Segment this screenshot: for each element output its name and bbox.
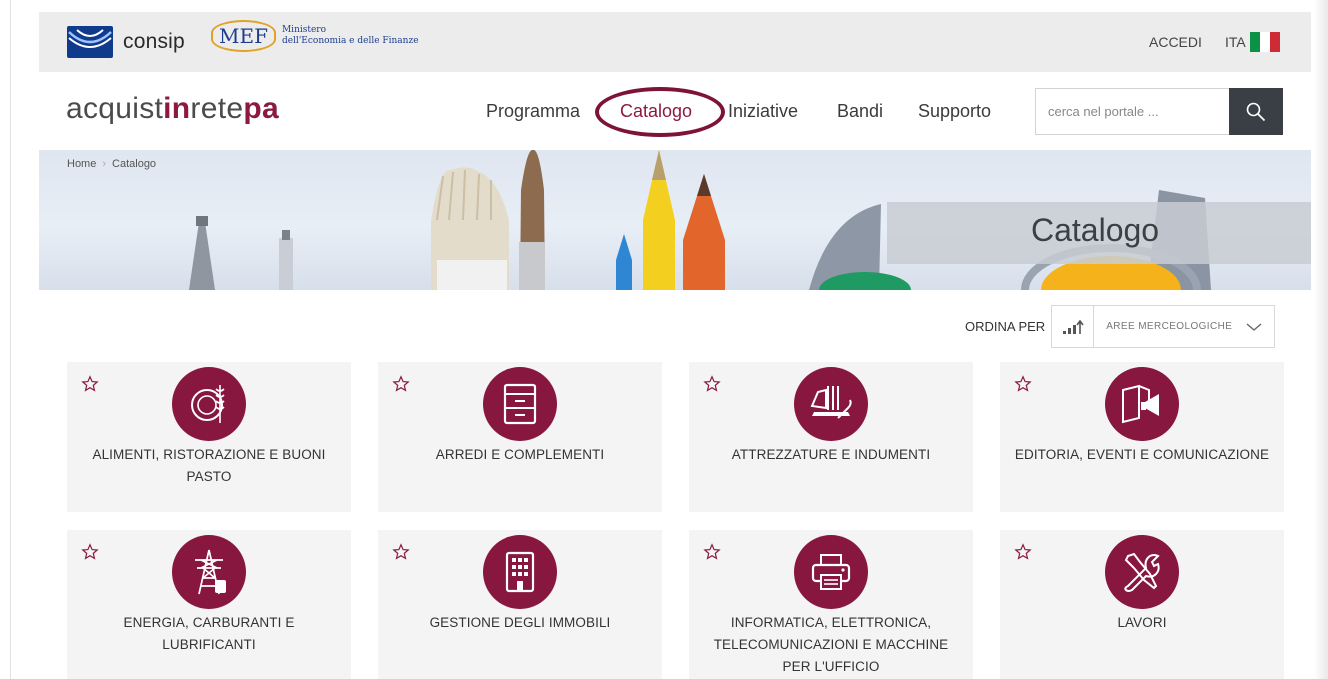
site-logo-part-1: acquist [66,92,164,125]
search-icon [1246,102,1266,121]
category-label: ATTREZZATURE E INDUMENTI [731,447,931,462]
sort-ascending-icon [1062,319,1084,334]
nav-item-bandi[interactable]: Bandi [837,101,883,122]
category-icon-badge [483,535,557,609]
active-nav-highlight [595,87,725,137]
breadcrumb-separator-icon: › [102,158,107,170]
favorite-star-icon[interactable] [81,375,99,393]
nav-item-supporto[interactable]: Supporto [918,101,991,122]
sort-control: ORDINA PER AREE MERCEOLOGICHE [965,305,1276,348]
nav-item-programma[interactable]: Programma [486,101,580,122]
favorite-star-icon[interactable] [81,543,99,561]
top-bar: consip MEF Ministero dell'Economia e del… [39,12,1311,72]
sort-direction-button[interactable] [1052,306,1095,347]
favorite-star-icon[interactable] [703,543,721,561]
category-icon-badge [172,367,246,441]
favorite-star-icon[interactable] [1014,375,1032,393]
food-icon [191,385,225,423]
site-logo-part-3: rete [190,92,244,125]
cabinet-icon [503,383,537,425]
favorite-star-icon[interactable] [392,543,410,561]
mef-logo-text: Ministero dell'Economia e delle Finanze [282,25,419,47]
category-icon-badge [794,535,868,609]
category-card-informatica[interactable]: INFORMATICA, ELETTRONICA, TELECOMUNICAZI… [689,530,973,679]
consip-logo[interactable]: consip [67,26,185,58]
category-label: EDITORIA, EVENTI E COMUNICAZIONE [1014,447,1270,462]
category-card-lavori[interactable]: LAVORI [1000,530,1284,679]
category-icon-badge [794,367,868,441]
sort-label: ORDINA PER [965,319,1046,334]
breadcrumb-home[interactable]: Home [67,158,96,170]
category-label: ENERGIA, CARBURANTI E LUBRIFICANTI [123,615,295,652]
category-label: INFORMATICA, ELETTRONICA, TELECOMUNICAZI… [713,615,949,674]
nav-item-iniziative[interactable]: Iniziative [728,101,798,122]
category-card-arredi[interactable]: ARREDI E COMPLEMENTI [378,362,662,512]
frame-edge [10,0,11,679]
sort-field-value: AREE MERCEOLOGICHE [1106,321,1233,332]
frame-shadow [1314,0,1328,679]
category-card-energia[interactable]: ENERGIA, CARBURANTI E LUBRIFICANTI [67,530,351,679]
category-icon-badge [483,367,557,441]
favorite-star-icon[interactable] [1014,543,1032,561]
mef-logo[interactable]: MEF Ministero dell'Economia e delle Fina… [211,20,419,52]
category-card-alimenti[interactable]: ALIMENTI, RISTORAZIONE E BUONI PASTO [67,362,351,512]
site-logo-part-2: in [163,92,191,125]
favorite-star-icon[interactable] [392,375,410,393]
site-logo-part-4: pa [243,92,279,125]
tools-clothing-icon [810,386,852,419]
mef-line-2: dell'Economia e delle Finanze [281,36,419,46]
megaphone-book-icon [1122,384,1159,424]
sort-field-select[interactable]: AREE MERCEOLOGICHE [1094,321,1274,332]
consip-logo-icon [67,26,113,58]
search-bar [1035,88,1283,135]
login-link[interactable]: ACCEDI [1149,34,1202,50]
category-label: GESTIONE DEGLI IMMOBILI [429,615,611,630]
consip-logo-text: consip [123,30,185,53]
category-card-attrezzature[interactable]: ATTREZZATURE E INDUMENTI [689,362,973,512]
site-logo[interactable]: acquistinretepa [66,92,279,126]
wrench-screwdriver-icon [1124,552,1160,592]
search-button[interactable] [1229,88,1283,135]
breadcrumb-current: Catalogo [112,158,157,170]
building-icon [505,551,535,593]
category-icon-badge [1105,367,1179,441]
category-icon-badge [172,535,246,609]
mef-line-1: Ministero [281,25,327,35]
favorite-star-icon[interactable] [703,375,721,393]
hero-banner: Home › Catalogo Catalogo [39,150,1311,290]
category-icon-badge [1105,535,1179,609]
page: consip MEF Ministero dell'Economia e del… [0,0,1328,679]
language-selector[interactable]: ITA [1225,32,1280,52]
category-card-immobili[interactable]: GESTIONE DEGLI IMMOBILI [378,530,662,679]
power-tower-icon [195,549,226,595]
search-input[interactable] [1035,88,1229,135]
language-label: ITA [1225,34,1246,50]
italy-flag-icon [1249,32,1280,52]
page-title: Catalogo [1031,212,1160,248]
breadcrumb: Home › Catalogo [67,158,156,170]
sort-box: AREE MERCEOLOGICHE [1051,305,1276,348]
mef-logo-mark: MEF [211,20,276,52]
chevron-down-icon [1246,322,1262,331]
category-label: ALIMENTI, RISTORAZIONE E BUONI PASTO [92,447,326,484]
category-label: LAVORI [1117,615,1167,630]
printer-icon [811,554,851,590]
category-card-editoria[interactable]: EDITORIA, EVENTI E COMUNICAZIONE [1000,362,1284,512]
category-label: ARREDI E COMPLEMENTI [435,447,605,462]
